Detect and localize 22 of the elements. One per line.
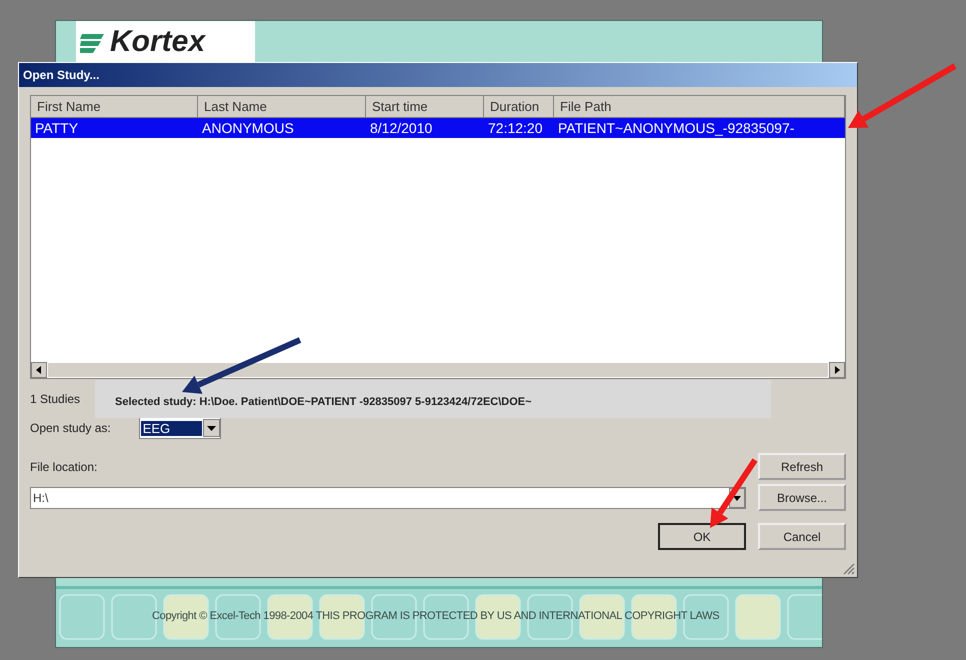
- tooltip: Selected study: H:\Doe. Patient\DOE~PATIENT -92835097 5-9123424/72EC\DOE~: [95, 380, 771, 418]
- study-row[interactable]: PATTY ANONYMOUS 8/12/2010 72:12:20 PATIENT~ANONYMOUS_-92835097-: [31, 118, 845, 138]
- column-header[interactable]: Duration: [484, 96, 554, 118]
- study-count: 1 Studies: [30, 392, 80, 408]
- dialog-button[interactable]: OK: [658, 523, 746, 550]
- file-location-label: File location:: [30, 460, 98, 474]
- dialog-title: Open Study...: [19, 63, 857, 87]
- column-header[interactable]: Start time: [366, 96, 484, 118]
- file-location-field[interactable]: H:\: [30, 486, 746, 508]
- column-header[interactable]: First Name: [31, 96, 198, 118]
- column-header[interactable]: Last Name: [198, 96, 366, 118]
- dialog-button[interactable]: Cancel: [758, 523, 846, 550]
- scroll-left-icon[interactable]: [31, 362, 47, 378]
- dialog-button[interactable]: Browse...: [758, 484, 846, 511]
- study-type-dropdown[interactable]: EEG: [138, 417, 221, 439]
- column-header[interactable]: File Path: [554, 96, 845, 118]
- copyright-text: Copyright © Excel-Tech 1998-2004 THIS PROGRAM IS PROTECTED BY US AND INTERNATIONAL COPYRIGHT LAWS: [152, 610, 720, 622]
- scroll-right-icon[interactable]: [829, 362, 845, 378]
- resize-grip-icon[interactable]: [841, 561, 855, 575]
- dialog-button[interactable]: Refresh: [758, 453, 846, 480]
- open-as-label: Open study as:: [30, 421, 111, 435]
- logo-text: Kortex: [110, 25, 206, 59]
